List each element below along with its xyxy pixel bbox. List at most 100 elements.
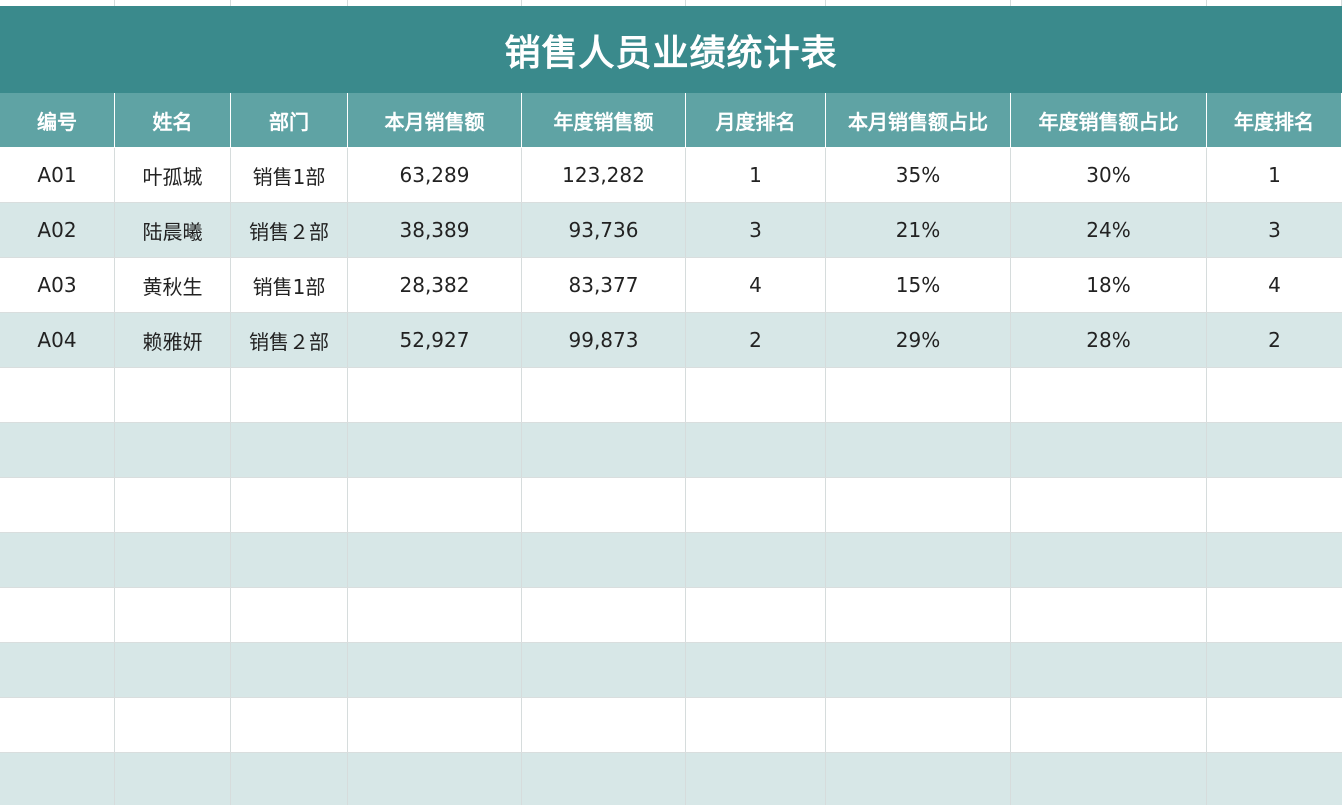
empty-cell[interactable] [686,423,826,477]
empty-cell[interactable] [115,423,231,477]
empty-cell[interactable] [348,753,522,805]
empty-cell[interactable] [1207,478,1342,532]
table-cell[interactable]: 30% [1011,148,1207,202]
empty-cell[interactable] [826,423,1011,477]
empty-cell[interactable] [231,478,348,532]
empty-cell[interactable] [826,698,1011,752]
empty-cell[interactable] [0,423,115,477]
empty-cell[interactable] [348,368,522,422]
table-cell[interactable]: 52,927 [348,313,522,367]
empty-cell[interactable] [0,588,115,642]
empty-cell[interactable] [1011,643,1207,697]
column-header[interactable]: 月度排名 [686,93,826,147]
empty-cell[interactable] [115,698,231,752]
empty-cell[interactable] [686,698,826,752]
table-cell[interactable]: A02 [0,203,115,257]
column-header[interactable]: 编号 [0,93,115,147]
empty-cell[interactable] [348,478,522,532]
empty-cell[interactable] [1207,698,1342,752]
table-cell[interactable]: 15% [826,258,1011,312]
table-cell[interactable]: 99,873 [522,313,686,367]
table-cell[interactable]: 93,736 [522,203,686,257]
empty-cell[interactable] [231,698,348,752]
table-cell[interactable]: 1 [1207,148,1342,202]
table-cell[interactable]: 3 [686,203,826,257]
table-cell[interactable]: 18% [1011,258,1207,312]
empty-cell[interactable] [1011,368,1207,422]
empty-cell[interactable] [1011,753,1207,805]
empty-cell[interactable] [686,368,826,422]
empty-cell[interactable] [826,533,1011,587]
column-header[interactable]: 年度销售额 [522,93,686,147]
empty-cell[interactable] [0,698,115,752]
empty-cell[interactable] [1011,423,1207,477]
empty-cell[interactable] [115,588,231,642]
empty-cell[interactable] [686,478,826,532]
table-cell[interactable]: 28,382 [348,258,522,312]
table-cell[interactable]: 销售1部 [231,148,348,202]
table-cell[interactable]: 赖雅妍 [115,313,231,367]
table-cell[interactable]: 24% [1011,203,1207,257]
table-cell[interactable]: 63,289 [348,148,522,202]
empty-cell[interactable] [686,643,826,697]
empty-cell[interactable] [1207,643,1342,697]
empty-cell[interactable] [522,643,686,697]
empty-cell[interactable] [522,588,686,642]
table-cell[interactable]: 销售1部 [231,258,348,312]
empty-cell[interactable] [522,533,686,587]
empty-cell[interactable] [522,478,686,532]
table-cell[interactable]: A04 [0,313,115,367]
empty-cell[interactable] [348,423,522,477]
empty-cell[interactable] [0,643,115,697]
empty-cell[interactable] [0,753,115,805]
empty-cell[interactable] [115,368,231,422]
empty-cell[interactable] [0,478,115,532]
table-cell[interactable]: 38,389 [348,203,522,257]
table-cell[interactable]: 叶孤城 [115,148,231,202]
empty-cell[interactable] [826,753,1011,805]
table-cell[interactable]: A03 [0,258,115,312]
table-cell[interactable]: 陆晨曦 [115,203,231,257]
empty-cell[interactable] [826,588,1011,642]
empty-cell[interactable] [115,533,231,587]
empty-cell[interactable] [115,478,231,532]
empty-cell[interactable] [1207,533,1342,587]
empty-cell[interactable] [348,643,522,697]
empty-cell[interactable] [522,698,686,752]
empty-cell[interactable] [231,753,348,805]
table-cell[interactable]: A01 [0,148,115,202]
empty-cell[interactable] [1011,588,1207,642]
table-cell[interactable]: 1 [686,148,826,202]
empty-cell[interactable] [231,423,348,477]
empty-cell[interactable] [686,533,826,587]
empty-cell[interactable] [1207,368,1342,422]
column-header[interactable]: 本月销售额占比 [826,93,1011,147]
empty-cell[interactable] [1207,423,1342,477]
empty-cell[interactable] [522,753,686,805]
table-cell[interactable]: 35% [826,148,1011,202]
empty-cell[interactable] [1011,478,1207,532]
table-cell[interactable]: 2 [1207,313,1342,367]
empty-cell[interactable] [1207,588,1342,642]
empty-cell[interactable] [686,588,826,642]
column-header[interactable]: 年度销售额占比 [1011,93,1207,147]
empty-cell[interactable] [348,533,522,587]
table-cell[interactable]: 28% [1011,313,1207,367]
table-cell[interactable]: 销售２部 [231,313,348,367]
empty-cell[interactable] [522,423,686,477]
empty-cell[interactable] [0,533,115,587]
column-header[interactable]: 部门 [231,93,348,147]
empty-cell[interactable] [231,368,348,422]
empty-cell[interactable] [115,753,231,805]
table-cell[interactable]: 123,282 [522,148,686,202]
empty-cell[interactable] [231,533,348,587]
empty-cell[interactable] [1011,533,1207,587]
table-cell[interactable]: 29% [826,313,1011,367]
column-header[interactable]: 姓名 [115,93,231,147]
empty-cell[interactable] [115,643,231,697]
table-cell[interactable]: 黄秋生 [115,258,231,312]
empty-cell[interactable] [1207,753,1342,805]
table-cell[interactable]: 4 [686,258,826,312]
empty-cell[interactable] [231,588,348,642]
column-header[interactable]: 本月销售额 [348,93,522,147]
